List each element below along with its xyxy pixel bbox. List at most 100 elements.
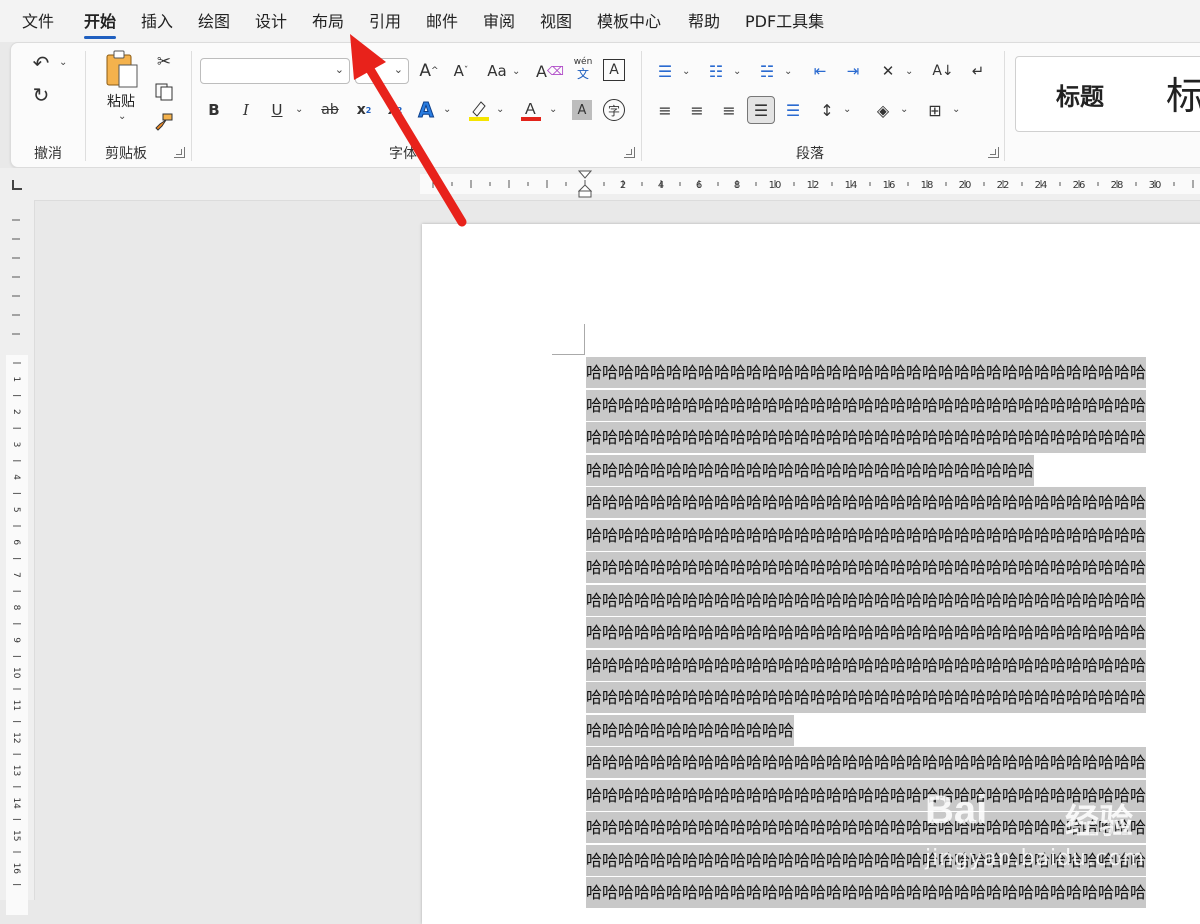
undo-dropdown-chevron-icon[interactable]: ⌄ <box>59 57 67 68</box>
document-line[interactable]: 哈哈哈哈哈哈哈哈哈哈哈哈哈哈哈哈哈哈哈哈哈哈哈哈哈哈哈哈哈哈哈哈哈哈哈 <box>586 486 1200 519</box>
line-spacing-dropdown-chevron-icon[interactable]: ⌄ <box>843 104 851 115</box>
font-name-combobox[interactable]: ⌄ <box>200 58 350 84</box>
format-painter-icon[interactable] <box>153 111 175 133</box>
vertical-ruler[interactable]: 1 2 3 4 5 6 7 8 9 10 11 12 13 14 15 16 <box>0 200 35 915</box>
paragraph-dialog-launcher-icon[interactable] <box>988 147 999 158</box>
subscript-icon[interactable]: x2 <box>353 97 375 123</box>
align-right-icon[interactable]: ≡ <box>717 97 741 123</box>
distributed-icon[interactable]: ☰ <box>781 97 805 123</box>
redo-icon[interactable]: ↻ <box>27 81 55 109</box>
character-border-icon[interactable]: A <box>603 59 625 81</box>
change-case-icon[interactable]: Aa <box>483 58 511 84</box>
sort-icon[interactable]: A↓ <box>931 58 955 84</box>
numbering-dropdown-chevron-icon[interactable]: ⌄ <box>733 66 741 77</box>
clear-formatting-icon[interactable]: A ⌫ <box>536 58 564 84</box>
font-color-icon[interactable]: A <box>519 97 543 123</box>
horizontal-ruler[interactable]: 2 4 6 8 10 12 14 16 18 20 22 24 26 28 30 <box>0 168 1200 201</box>
document-line[interactable]: 哈哈哈哈哈哈哈哈哈哈哈哈哈哈哈哈哈哈哈哈哈哈哈哈哈哈哈哈哈哈哈哈哈哈哈 <box>586 389 1200 422</box>
tab-layout[interactable]: 布局 <box>312 11 344 33</box>
shading-icon[interactable]: ◈ <box>871 97 895 123</box>
tab-home[interactable]: 开始 <box>84 11 117 39</box>
bold-icon[interactable]: B <box>203 97 225 123</box>
copy-icon[interactable] <box>153 81 175 103</box>
grow-font-icon[interactable]: A ^ <box>417 58 441 84</box>
font-size-combobox[interactable]: ⌄ <box>355 58 409 84</box>
document-line[interactable]: 哈哈哈哈哈哈哈哈哈哈哈哈哈哈哈哈哈哈哈哈哈哈哈哈哈哈哈哈哈哈哈哈哈哈哈 <box>586 844 1200 877</box>
tab-help[interactable]: 帮助 <box>688 11 720 33</box>
justify-icon[interactable]: ☰ <box>747 96 775 124</box>
bullets-dropdown-chevron-icon[interactable]: ⌄ <box>682 66 690 77</box>
increase-indent-icon[interactable]: ⇥ <box>841 58 865 84</box>
underline-icon[interactable]: U <box>266 97 288 123</box>
cut-icon[interactable]: ✂ <box>153 51 175 73</box>
align-left-icon[interactable]: ≡ <box>653 97 677 123</box>
line-spacing-icon[interactable]: ↕ <box>815 97 839 123</box>
chinese-layout-icon[interactable]: ✕ <box>875 58 901 84</box>
document-line[interactable]: 哈哈哈哈哈哈哈哈哈哈哈哈哈哈哈哈哈哈哈哈哈哈哈哈哈哈哈哈 <box>586 454 1035 487</box>
document-line[interactable]: 哈哈哈哈哈哈哈哈哈哈哈哈哈 <box>586 714 795 747</box>
tab-design[interactable]: 设计 <box>255 11 287 33</box>
chinese-layout-dropdown-chevron-icon[interactable]: ⌄ <box>905 66 913 77</box>
document-line[interactable]: 哈哈哈哈哈哈哈哈哈哈哈哈哈哈哈哈哈哈哈哈哈哈哈哈哈哈哈哈哈哈哈哈哈哈哈 <box>586 649 1200 682</box>
character-shading-icon[interactable]: A <box>572 100 592 120</box>
document-line[interactable]: 哈哈哈哈哈哈哈哈哈哈哈哈哈哈哈哈哈哈哈哈哈哈哈哈哈哈哈哈哈哈哈哈哈哈哈 <box>586 681 1200 714</box>
text-effects-dropdown-chevron-icon[interactable]: ⌄ <box>443 104 451 115</box>
change-case-dropdown-chevron-icon[interactable]: ⌄ <box>512 66 520 77</box>
align-center-icon[interactable]: ≡ <box>685 97 709 123</box>
enclose-characters-icon[interactable]: 字 <box>603 99 625 121</box>
document-line[interactable]: 哈哈哈哈哈哈哈哈哈哈哈哈哈哈哈哈哈哈哈哈哈哈哈哈哈哈哈哈哈哈哈哈哈哈哈 <box>586 616 1200 649</box>
tab-pdf-tools[interactable]: PDF工具集 <box>745 11 824 33</box>
tab-draw[interactable]: 绘图 <box>198 11 230 33</box>
borders-dropdown-chevron-icon[interactable]: ⌄ <box>952 104 960 115</box>
tab-view[interactable]: 视图 <box>540 11 572 33</box>
multilevel-list-dropdown-chevron-icon[interactable]: ⌄ <box>784 66 792 77</box>
clipboard-dialog-launcher-icon[interactable] <box>174 147 185 158</box>
selected-text: 哈哈哈哈哈哈哈哈哈哈哈哈哈哈哈哈哈哈哈哈哈哈哈哈哈哈哈哈哈哈哈哈哈哈哈 <box>586 519 1147 551</box>
paste-dropdown-chevron-icon[interactable]: ⌄ <box>118 111 126 122</box>
strikethrough-icon[interactable]: ab <box>317 97 343 123</box>
show-formatting-marks-icon[interactable]: ↵ <box>966 58 990 84</box>
document-line[interactable]: 哈哈哈哈哈哈哈哈哈哈哈哈哈哈哈哈哈哈哈哈哈哈哈哈哈哈哈哈哈哈哈哈哈哈哈 <box>586 876 1200 909</box>
tab-review[interactable]: 审阅 <box>483 11 515 33</box>
phonetic-guide-button[interactable]: wén 文 <box>571 57 595 85</box>
document-line[interactable]: 哈哈哈哈哈哈哈哈哈哈哈哈哈哈哈哈哈哈哈哈哈哈哈哈哈哈哈哈哈哈哈哈哈哈哈 <box>586 779 1200 812</box>
document-line[interactable]: 哈哈哈哈哈哈哈哈哈哈哈哈哈哈哈哈哈哈哈哈哈哈哈哈哈哈哈哈哈哈哈哈哈哈哈 <box>586 356 1200 389</box>
font-dialog-launcher-icon[interactable] <box>624 147 635 158</box>
ruler-label: 15 <box>11 830 21 841</box>
borders-icon[interactable]: ⊞ <box>923 97 947 123</box>
font-size-dropdown-chevron-icon[interactable]: ⌄ <box>394 63 403 76</box>
tab-mailings[interactable]: 邮件 <box>426 11 458 33</box>
font-name-dropdown-chevron-icon[interactable]: ⌄ <box>335 63 344 76</box>
tab-template-center[interactable]: 模板中心 <box>597 11 661 33</box>
document-line[interactable]: 哈哈哈哈哈哈哈哈哈哈哈哈哈哈哈哈哈哈哈哈哈哈哈哈哈哈哈哈哈哈哈哈哈哈哈 <box>586 746 1200 779</box>
document-line[interactable]: 哈哈哈哈哈哈哈哈哈哈哈哈哈哈哈哈哈哈哈哈哈哈哈哈哈哈哈哈哈哈哈哈哈哈哈 <box>586 811 1200 844</box>
tab-file[interactable]: 文件 <box>22 11 54 33</box>
italic-icon[interactable]: I <box>235 97 257 123</box>
highlight-color-icon[interactable] <box>467 97 491 123</box>
numbering-icon[interactable]: ☷ <box>704 58 728 84</box>
undo-icon[interactable]: ↶ <box>27 49 55 77</box>
style-title[interactable]: 标题 <box>1056 77 1104 112</box>
document-page[interactable]: 哈哈哈哈哈哈哈哈哈哈哈哈哈哈哈哈哈哈哈哈哈哈哈哈哈哈哈哈哈哈哈哈哈哈哈 哈哈哈哈哈… <box>422 224 1200 924</box>
paste-button[interactable]: 粘贴 ⌄ <box>103 49 141 129</box>
superscript-icon[interactable]: x2 <box>384 97 406 123</box>
document-line[interactable]: 哈哈哈哈哈哈哈哈哈哈哈哈哈哈哈哈哈哈哈哈哈哈哈哈哈哈哈哈哈哈哈哈哈哈哈 <box>586 551 1200 584</box>
underline-dropdown-chevron-icon[interactable]: ⌄ <box>295 104 303 115</box>
document-line[interactable]: 哈哈哈哈哈哈哈哈哈哈哈哈哈哈哈哈哈哈哈哈哈哈哈哈哈哈哈哈哈哈哈哈哈哈哈 <box>586 421 1200 454</box>
ruler-label: 10 <box>769 180 782 191</box>
multilevel-list-icon[interactable]: ☵ <box>755 58 779 84</box>
shrink-font-icon[interactable]: Aˇ <box>449 58 473 84</box>
shading-dropdown-chevron-icon[interactable]: ⌄ <box>900 104 908 115</box>
tab-insert[interactable]: 插入 <box>141 11 173 33</box>
document-line[interactable]: 哈哈哈哈哈哈哈哈哈哈哈哈哈哈哈哈哈哈哈哈哈哈哈哈哈哈哈哈哈哈哈哈哈哈哈 <box>586 584 1200 617</box>
indent-marker-icon[interactable] <box>577 170 593 198</box>
font-color-dropdown-chevron-icon[interactable]: ⌄ <box>549 104 557 115</box>
text-effects-icon[interactable]: A <box>415 97 437 123</box>
bullets-icon[interactable]: ☰ <box>653 58 677 84</box>
style-heading[interactable]: 标 <box>1166 65 1200 120</box>
tab-stop-selector-icon[interactable] <box>12 180 22 190</box>
highlight-dropdown-chevron-icon[interactable]: ⌄ <box>496 104 504 115</box>
decrease-indent-icon[interactable]: ⇤ <box>808 58 832 84</box>
tab-references[interactable]: 引用 <box>369 11 401 33</box>
document-line[interactable]: 哈哈哈哈哈哈哈哈哈哈哈哈哈哈哈哈哈哈哈哈哈哈哈哈哈哈哈哈哈哈哈哈哈哈哈 <box>586 519 1200 552</box>
